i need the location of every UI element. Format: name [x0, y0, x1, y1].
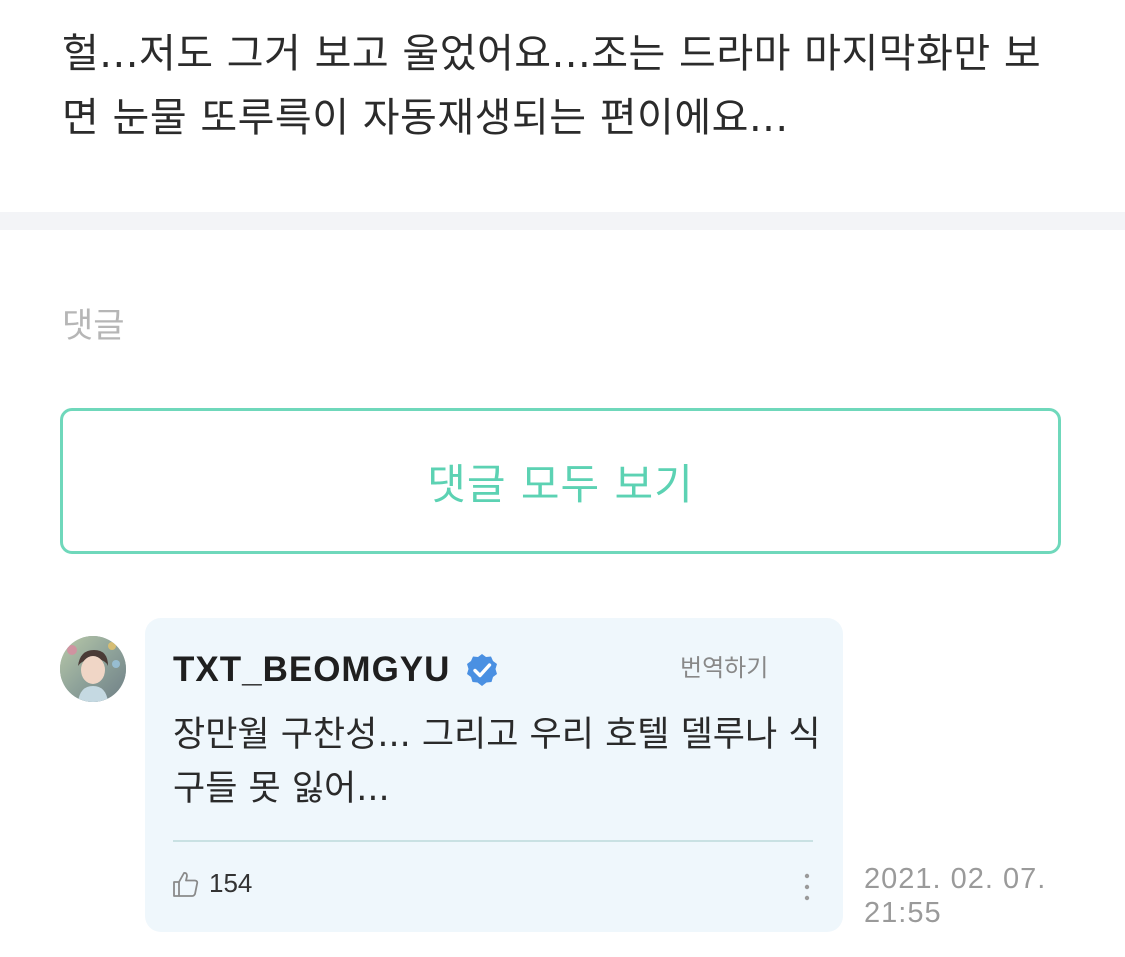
verified-badge-icon [464, 652, 500, 688]
view-all-comments-button[interactable]: 댓글 모두 보기 [60, 408, 1061, 554]
comment-card: TXT_BEOMGYU 번역하기 장만월 구찬성... 그리고 우리 호텔 델루… [145, 618, 843, 932]
comment-card-separator [173, 840, 813, 842]
comments-section-label: 댓글 [62, 306, 125, 346]
more-vertical-icon[interactable] [799, 870, 815, 904]
comment-author-name[interactable]: TXT_BEOMGYU [173, 650, 450, 690]
post-text: 헐...저도 그거 보고 울었어요...조는 드라마 마지막화만 보면 눈물 또… [62, 31, 1042, 141]
avatar-image [60, 636, 126, 702]
translate-button[interactable]: 번역하기 [680, 648, 768, 683]
comment-author-row: TXT_BEOMGYU [173, 650, 500, 690]
comment-body: 장만월 구찬성... 그리고 우리 호텔 델루나 식구들 못 잃어... [173, 715, 821, 809]
comment-timestamp: 2021. 02. 07. 21:55 [864, 863, 1047, 929]
thumbs-up-icon [171, 869, 201, 899]
view-all-comments-label: 댓글 모두 보기 [427, 459, 694, 509]
avatar[interactable] [60, 636, 126, 702]
like-count: 154 [209, 868, 253, 898]
section-divider [0, 212, 1125, 230]
like-button[interactable]: 154 [171, 868, 252, 899]
